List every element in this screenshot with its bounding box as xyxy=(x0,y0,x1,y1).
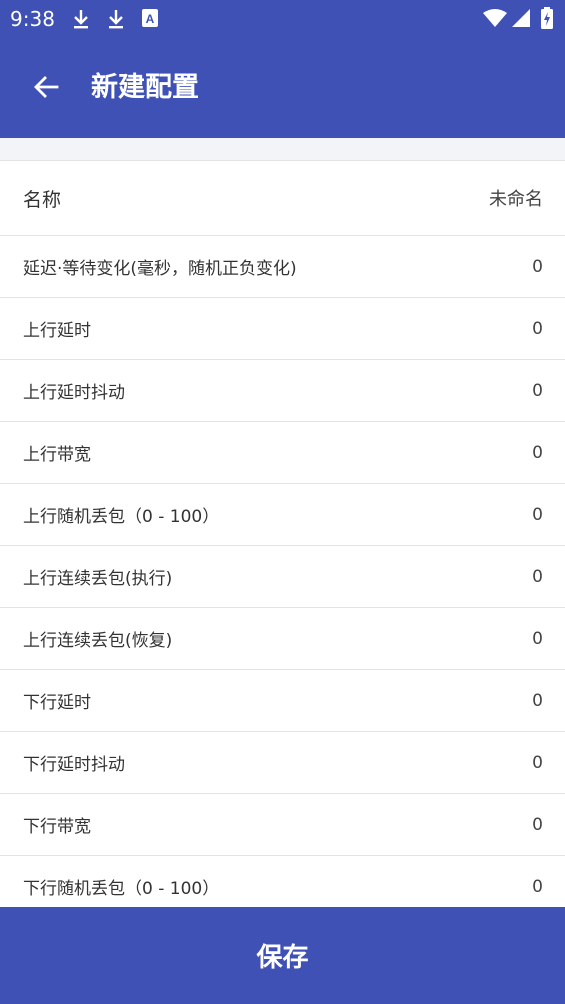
svg-text:A: A xyxy=(146,12,155,26)
app-bar: 9:38 A 新建配置 xyxy=(0,0,565,138)
battery-charging-icon xyxy=(541,7,553,33)
back-button[interactable] xyxy=(22,65,70,113)
list-item[interactable]: 延迟·等待变化(毫秒，随机正负变化) 0 xyxy=(0,236,565,298)
wifi-icon xyxy=(483,9,507,31)
list-item[interactable]: 上行延时 0 xyxy=(0,298,565,360)
list-item[interactable]: 下行延时抖动 0 xyxy=(0,732,565,794)
list-item-label: 上行随机丢包（0 - 100） xyxy=(23,507,220,527)
toolbar: 新建配置 xyxy=(0,52,565,126)
list-item[interactable]: 下行延时 0 xyxy=(0,670,565,732)
download-icon xyxy=(72,9,90,33)
settings-list: 名称 未命名 延迟·等待变化(毫秒，随机正负变化) 0 上行延时 0 上行延时抖… xyxy=(0,161,565,918)
list-item-value: 0 xyxy=(532,504,543,525)
a-icon: A xyxy=(142,9,158,31)
list-item-value: 0 xyxy=(532,442,543,463)
list-item[interactable]: 上行带宽 0 xyxy=(0,422,565,484)
list-item-value: 0 xyxy=(532,752,543,773)
list-item[interactable]: 下行带宽 0 xyxy=(0,794,565,856)
list-item-label: 下行延时 xyxy=(23,693,91,713)
list-item-label: 下行延时抖动 xyxy=(23,755,125,775)
list-item-value: 0 xyxy=(532,690,543,711)
list-item-label: 下行带宽 xyxy=(23,817,91,837)
list-item-label: 上行连续丢包(执行) xyxy=(23,569,173,589)
list-item-value: 0 xyxy=(532,256,543,277)
list-item-label: 上行连续丢包(恢复) xyxy=(23,631,173,651)
list-item-value: 0 xyxy=(532,628,543,649)
name-value: 未命名 xyxy=(489,189,543,210)
list-item-label: 下行随机丢包（0 - 100） xyxy=(23,879,220,899)
page-title: 新建配置 xyxy=(91,72,199,103)
list-item[interactable]: 上行连续丢包(恢复) 0 xyxy=(0,608,565,670)
list-item-value: 0 xyxy=(532,566,543,587)
list-item[interactable]: 上行延时抖动 0 xyxy=(0,360,565,422)
list-item[interactable]: 上行随机丢包（0 - 100） 0 xyxy=(0,484,565,546)
name-row[interactable]: 名称 未命名 xyxy=(0,161,565,236)
list-item-label: 上行带宽 xyxy=(23,445,91,465)
name-label: 名称 xyxy=(23,188,62,211)
list-item-label: 延迟·等待变化(毫秒，随机正负变化) xyxy=(23,259,297,279)
list-item-value: 0 xyxy=(532,814,543,835)
list-item-label: 上行延时抖动 xyxy=(23,383,125,403)
list-item-label: 上行延时 xyxy=(23,321,91,341)
arrow-back-icon xyxy=(33,75,59,103)
status-bar: 9:38 A xyxy=(0,0,565,38)
list-item-value: 0 xyxy=(532,876,543,897)
download-icon xyxy=(107,9,125,33)
list-item[interactable]: 上行连续丢包(执行) 0 xyxy=(0,546,565,608)
save-button[interactable]: 保存 xyxy=(0,907,565,1004)
signal-icon xyxy=(512,9,530,31)
section-gap xyxy=(0,138,565,161)
list-item-value: 0 xyxy=(532,318,543,339)
list-item-value: 0 xyxy=(532,380,543,401)
status-time: 9:38 xyxy=(10,7,55,31)
